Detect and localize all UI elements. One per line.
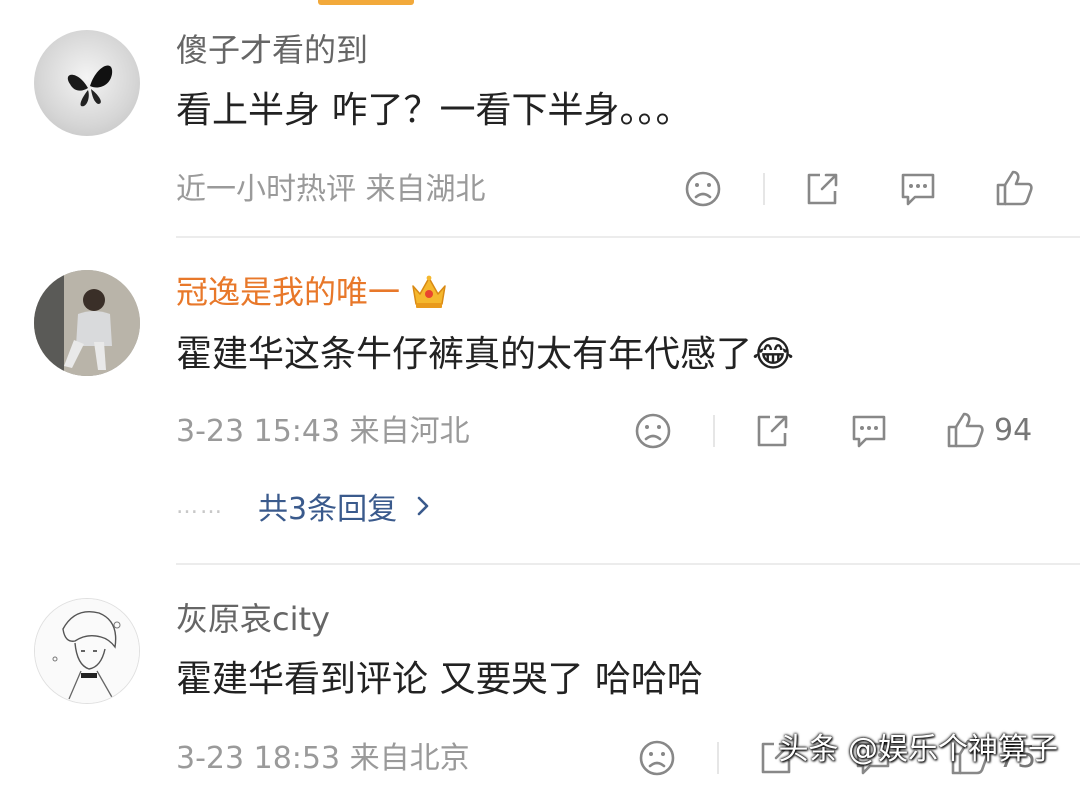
like-button[interactable]: 94 [944,409,1032,451]
comment-item: 傻子才看的到 看上半身 咋了？一看下半身。。。 近一小时热评 来自湖北 [0,0,1080,236]
action-separator [717,742,719,774]
dislike-button[interactable] [633,411,673,451]
comment-meta: 3-23 15:43 来自河北 [176,414,470,449]
comment-item: 冠逸是我的唯一 霍建华这条牛仔裤真的太有年代感了😂 3-23 15:43 来自河… [0,238,1080,564]
action-separator [763,173,765,205]
crown-icon [412,275,446,308]
comment-meta: 近一小时热评 来自湖北 [176,172,486,207]
comment-meta: 3-23 18:53 来自北京 [176,741,470,776]
username[interactable]: 灰原哀city [176,599,330,639]
dislike-button[interactable] [683,169,723,209]
share-icon [807,173,838,205]
view-replies-link[interactable]: …… 共3条回复 [176,484,433,528]
username[interactable]: 冠逸是我的唯一 [176,272,450,312]
username-text: 冠逸是我的唯一 [176,273,401,311]
comment-text: 霍建华这条牛仔裤真的太有年代感了😂 [176,334,795,375]
sad-face-icon [639,740,675,776]
username[interactable]: 傻子才看的到 [176,30,368,70]
anime-avatar-image [35,599,139,703]
avatar[interactable] [34,598,140,704]
replies-dots: …… [176,493,224,519]
like-count: 94 [994,412,1033,448]
chevron-right-icon [417,496,429,516]
share-button[interactable] [752,411,792,451]
comment-text: 霍建华看到评论 又要哭了 哈哈哈 [176,659,703,700]
action-separator [713,415,715,447]
comment-text: 看上半身 咋了？一看下半身。。。 [176,90,692,131]
avatar[interactable] [34,30,140,136]
thumbs-up-icon [947,412,984,448]
sad-face-icon [635,413,671,449]
watermark: 头条 @娱乐个神算子 [778,732,1058,767]
share-icon [757,415,788,447]
avatar[interactable] [34,270,140,376]
comment-button[interactable] [897,169,939,209]
share-button[interactable] [802,169,842,209]
butterfly-avatar-image [67,65,113,107]
comment-icon [901,173,935,206]
thumbs-up-icon [996,170,1033,206]
dislike-button[interactable] [637,738,677,778]
replies-label: 共3条回复 [258,492,398,527]
like-button[interactable] [993,167,1043,209]
comment-button[interactable] [848,411,890,451]
sad-face-icon [685,171,721,207]
comment-icon [852,415,886,448]
person-avatar-image [34,270,140,376]
